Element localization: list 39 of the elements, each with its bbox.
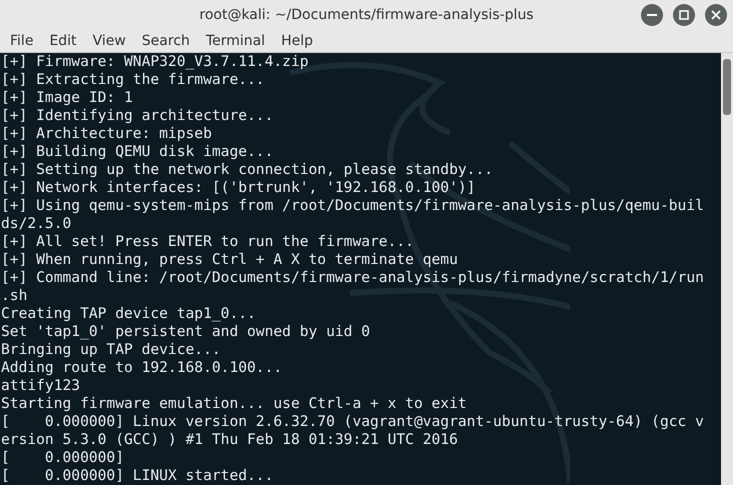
terminal-line: [+] When running, press Ctrl + A X to terminate qemu <box>1 251 458 269</box>
terminal-line: Adding route to 192.168.0.100... <box>1 359 282 377</box>
minimize-button[interactable] <box>641 4 663 26</box>
terminal-line: Bringing up TAP device... <box>1 341 221 359</box>
maximize-button[interactable] <box>673 4 695 26</box>
terminal-line: attify123 <box>1 377 80 395</box>
terminal-line: [+] Extracting the firmware... <box>1 71 265 89</box>
terminal-line: ersion 5.3.0 (GCC) ) #1 Thu Feb 18 01:39:21 UTC 2016 <box>1 431 458 449</box>
terminal-line: [+] Network interfaces: [('brtrunk', '192.168.0.100')] <box>1 179 476 197</box>
terminal-line: [+] Firmware: WNAP320_V3.7.11.4.zip <box>1 53 309 71</box>
terminal-line: [+] Building QEMU disk image... <box>1 143 274 161</box>
terminal-line: Starting firmware emulation... use Ctrl-a + x to exit <box>1 395 467 413</box>
terminal-line: [+] Architecture: mipseb <box>1 125 212 143</box>
menu-item[interactable]: Terminal <box>198 30 274 50</box>
terminal-line: [+] Setting up the network connection, please standby... <box>1 161 494 179</box>
terminal-line: [ 0.000000] <box>1 449 124 467</box>
menu-item[interactable]: View <box>84 30 134 50</box>
close-button[interactable] <box>705 4 727 26</box>
terminal-line: [+] Using qemu-system-mips from /root/Documents/firmware-analysis-plus/qemu-buil <box>1 197 704 215</box>
terminal-line: Creating TAP device tap1_0... <box>1 305 256 323</box>
scrollbar[interactable] <box>721 53 733 485</box>
terminal-line: [+] All set! Press ENTER to run the firmware... <box>1 233 414 251</box>
terminal-line: [ 0.000000] LINUX started... <box>1 467 274 485</box>
terminal-line: [+] Command line: /root/Documents/firmware-analysis-plus/firmadyne/scratch/1/run <box>1 269 704 287</box>
terminal-line: [+] Image ID: 1 <box>1 89 133 107</box>
maximize-icon <box>679 10 689 20</box>
terminal-line: [ 0.000000] Linux version 2.6.32.70 (vagrant@vagrant-ubuntu-trusty-64) (gcc v <box>1 413 704 431</box>
menu-item[interactable]: Help <box>273 30 321 50</box>
close-icon <box>711 10 721 20</box>
window-title: root@kali: ~/Documents/firmware-analysis-plus <box>199 6 534 22</box>
minimize-icon <box>647 14 657 16</box>
terminal-line: Set 'tap1_0' persistent and owned by uid 0 <box>1 323 370 341</box>
menu-item[interactable]: Search <box>134 30 198 50</box>
menu-item[interactable]: Edit <box>41 30 85 50</box>
scrollbar-thumb[interactable] <box>723 59 731 115</box>
terminal-line: ds/2.5.0 <box>1 215 72 233</box>
terminal-line: .sh <box>1 287 28 305</box>
terminal-line: [+] Identifying architecture... <box>1 107 274 125</box>
menu-item[interactable]: File <box>2 30 42 50</box>
